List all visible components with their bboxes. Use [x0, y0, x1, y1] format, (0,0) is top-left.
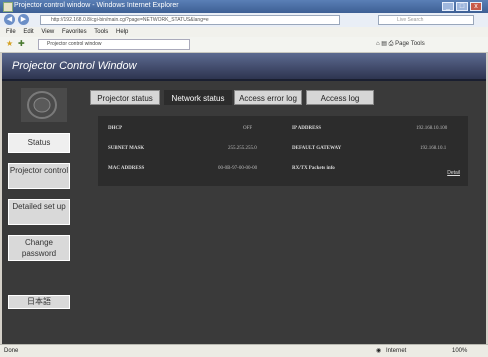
- add-favorite-icon[interactable]: ✚: [18, 39, 25, 48]
- sidebar-item-japanese[interactable]: 日本語: [8, 295, 70, 309]
- dhcp-label: DHCP: [108, 126, 123, 131]
- ie-icon: [3, 2, 13, 12]
- tab-projector-status[interactable]: Projector status: [90, 90, 160, 105]
- minimize-button[interactable]: _: [442, 2, 454, 11]
- back-icon[interactable]: ◀: [4, 14, 15, 25]
- menu-tools[interactable]: Tools: [94, 29, 108, 35]
- favorites-bar: ★ ✚ Projector control window ⌂ ▤ ⎙ Page …: [0, 37, 488, 53]
- ip-address-value: 192.168.10.100: [416, 126, 448, 131]
- close-button[interactable]: x: [470, 2, 482, 11]
- packets-info-label: RX/TX Packets info: [292, 166, 335, 171]
- mac-address-value: 00-0B-97-00-00-00: [218, 166, 258, 171]
- internet-zone-icon: ◉: [376, 348, 382, 354]
- sidebar-item-projector-control[interactable]: Projector control: [8, 163, 70, 189]
- tools-menu[interactable]: Tools: [411, 41, 425, 47]
- tab-access-log[interactable]: Access log: [306, 90, 374, 105]
- sidebar-item-detailed-setup[interactable]: Detailed set up: [8, 199, 70, 225]
- page-title-bar: Projector Control Window: [2, 53, 486, 81]
- network-status-panel: DHCP OFF SUBNET MASK 255.255.255.0 MAC A…: [98, 116, 468, 186]
- menu-bar: File Edit View Favorites Tools Help: [0, 27, 488, 37]
- zoom-level[interactable]: 100%: [452, 345, 467, 357]
- projector-page: Projector Control Window Status Projecto…: [2, 53, 486, 344]
- window-title: Projector control window - Windows Inter…: [14, 2, 179, 9]
- menu-view[interactable]: View: [41, 29, 54, 35]
- projector-lens-icon: [21, 88, 67, 122]
- menu-favorites[interactable]: Favorites: [62, 29, 87, 35]
- tab-access-error-log[interactable]: Access error log: [234, 90, 302, 105]
- default-gateway-value: 192.168.10.1: [420, 146, 447, 151]
- status-text: Done: [4, 348, 19, 354]
- browser-tab[interactable]: Projector control window: [38, 39, 190, 50]
- window-titlebar: Projector control window - Windows Inter…: [0, 0, 488, 13]
- print-icon[interactable]: ⎙: [389, 41, 394, 47]
- page-menu[interactable]: Page: [395, 41, 409, 47]
- menu-help[interactable]: Help: [116, 29, 128, 35]
- menu-edit[interactable]: Edit: [23, 29, 33, 35]
- default-gateway-label: DEFAULT GATEWAY: [292, 146, 342, 151]
- search-input[interactable]: Live Search: [378, 15, 474, 25]
- page-title: Projector Control Window: [12, 60, 137, 72]
- menu-file[interactable]: File: [6, 29, 16, 35]
- feeds-icon[interactable]: ▤: [381, 41, 387, 47]
- subnet-mask-label: SUBNET MASK: [108, 146, 145, 151]
- home-icon[interactable]: ⌂: [376, 41, 380, 47]
- ip-address-label: IP ADDRESS: [292, 126, 322, 131]
- address-bar: ◀ ▶ http://192.168.0.8/cgi-bin/main.cgi?…: [0, 13, 488, 27]
- forward-icon[interactable]: ▶: [18, 14, 29, 25]
- tab-network-status[interactable]: Network status: [164, 90, 232, 105]
- packets-detail-link[interactable]: Detail: [447, 170, 460, 176]
- sidebar-item-status[interactable]: Status: [8, 133, 70, 153]
- favorites-star-icon[interactable]: ★: [6, 39, 13, 48]
- sidebar-item-change-password[interactable]: Change password: [8, 235, 70, 261]
- mac-address-label: MAC ADDRESS: [108, 166, 145, 171]
- command-bar: ⌂ ▤ ⎙ Page Tools: [376, 40, 425, 48]
- zone-label: Internet: [386, 348, 407, 354]
- status-bar: Done ◉ Internet 100%: [0, 344, 488, 357]
- subnet-mask-value: 255.255.255.0: [228, 146, 257, 151]
- url-input[interactable]: http://192.168.0.8/cgi-bin/main.cgi?page…: [40, 15, 340, 25]
- dhcp-value: OFF: [243, 126, 253, 131]
- maximize-button[interactable]: □: [456, 2, 468, 11]
